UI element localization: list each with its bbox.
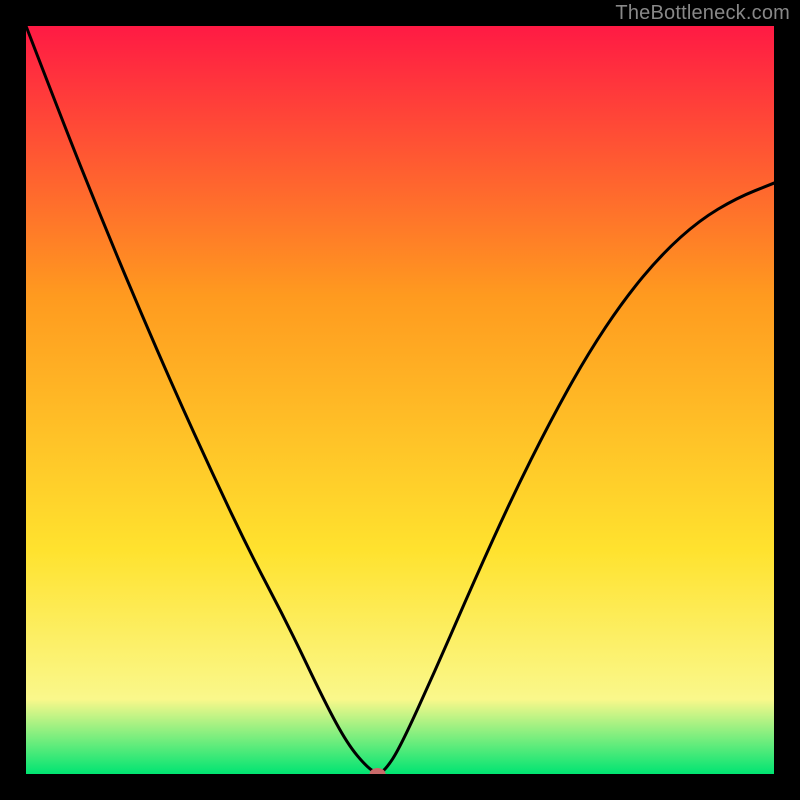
chart-frame: TheBottleneck.com — [0, 0, 800, 800]
gradient-background — [26, 26, 774, 774]
plot-area — [26, 26, 774, 774]
plot-svg — [26, 26, 774, 774]
watermark-label: TheBottleneck.com — [615, 2, 790, 25]
